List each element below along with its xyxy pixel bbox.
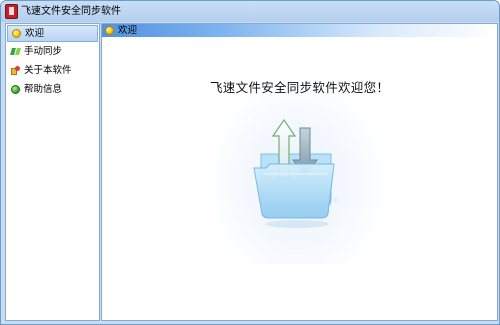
welcome-message: 飞速文件安全同步软件欢迎您！ bbox=[210, 80, 390, 95]
app-icon[interactable] bbox=[5, 4, 18, 19]
about-icon bbox=[11, 66, 20, 75]
title-bar[interactable]: 飞速文件安全同步软件 bbox=[1, 1, 499, 22]
sidebar-item-welcome[interactable]: 欢迎 bbox=[7, 25, 98, 42]
welcome-area: 飞速文件安全同步软件欢迎您！ bbox=[210, 80, 390, 264]
app-window: 飞速文件安全同步软件 欢迎 手动同步 关于本软件 帮助信息 欢迎 飞速文件安全同… bbox=[0, 0, 500, 325]
sidebar-item-label: 关于本软件 bbox=[24, 64, 72, 76]
sidebar-item-label: 帮助信息 bbox=[24, 83, 63, 95]
content-panel: 欢迎 飞速文件安全同步软件欢迎您！ bbox=[101, 23, 498, 321]
content-header: 欢迎 bbox=[102, 24, 497, 37]
folder-upload-download-icon bbox=[253, 118, 339, 228]
sidebar-item-help[interactable]: 帮助信息 bbox=[7, 81, 98, 98]
sidebar-item-label: 欢迎 bbox=[25, 27, 45, 39]
sidebar-item-label: 手动同步 bbox=[24, 45, 63, 57]
content-header-title: 欢迎 bbox=[118, 24, 138, 36]
navigation-panel: 欢迎 手动同步 关于本软件 帮助信息 bbox=[5, 23, 100, 321]
help-icon bbox=[11, 85, 20, 94]
sidebar-item-about[interactable]: 关于本软件 bbox=[7, 62, 98, 79]
sun-icon bbox=[12, 29, 21, 38]
sync-icon bbox=[11, 47, 20, 56]
sun-icon bbox=[105, 26, 114, 35]
window-title: 飞速文件安全同步软件 bbox=[21, 6, 121, 17]
sidebar-item-manual-sync[interactable]: 手动同步 bbox=[7, 43, 98, 60]
